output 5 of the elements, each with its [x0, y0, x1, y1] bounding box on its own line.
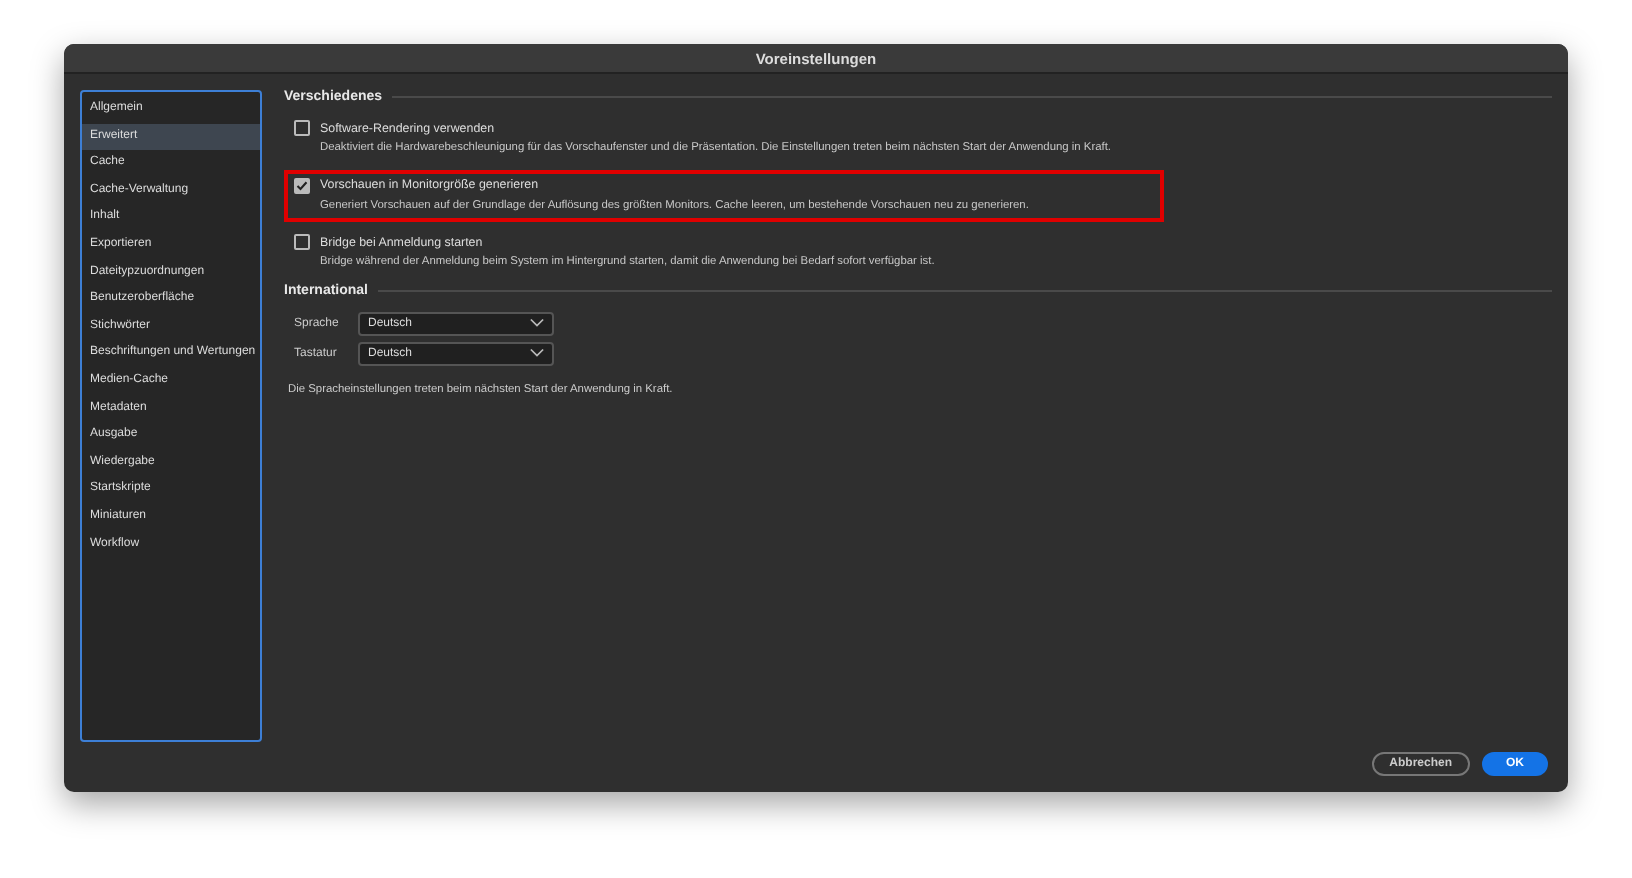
chevron-down-icon [530, 318, 544, 328]
checkbox[interactable] [294, 234, 310, 250]
chevron-down-icon [530, 348, 544, 358]
checkbox[interactable] [294, 177, 310, 193]
checkbox[interactable] [294, 120, 310, 136]
